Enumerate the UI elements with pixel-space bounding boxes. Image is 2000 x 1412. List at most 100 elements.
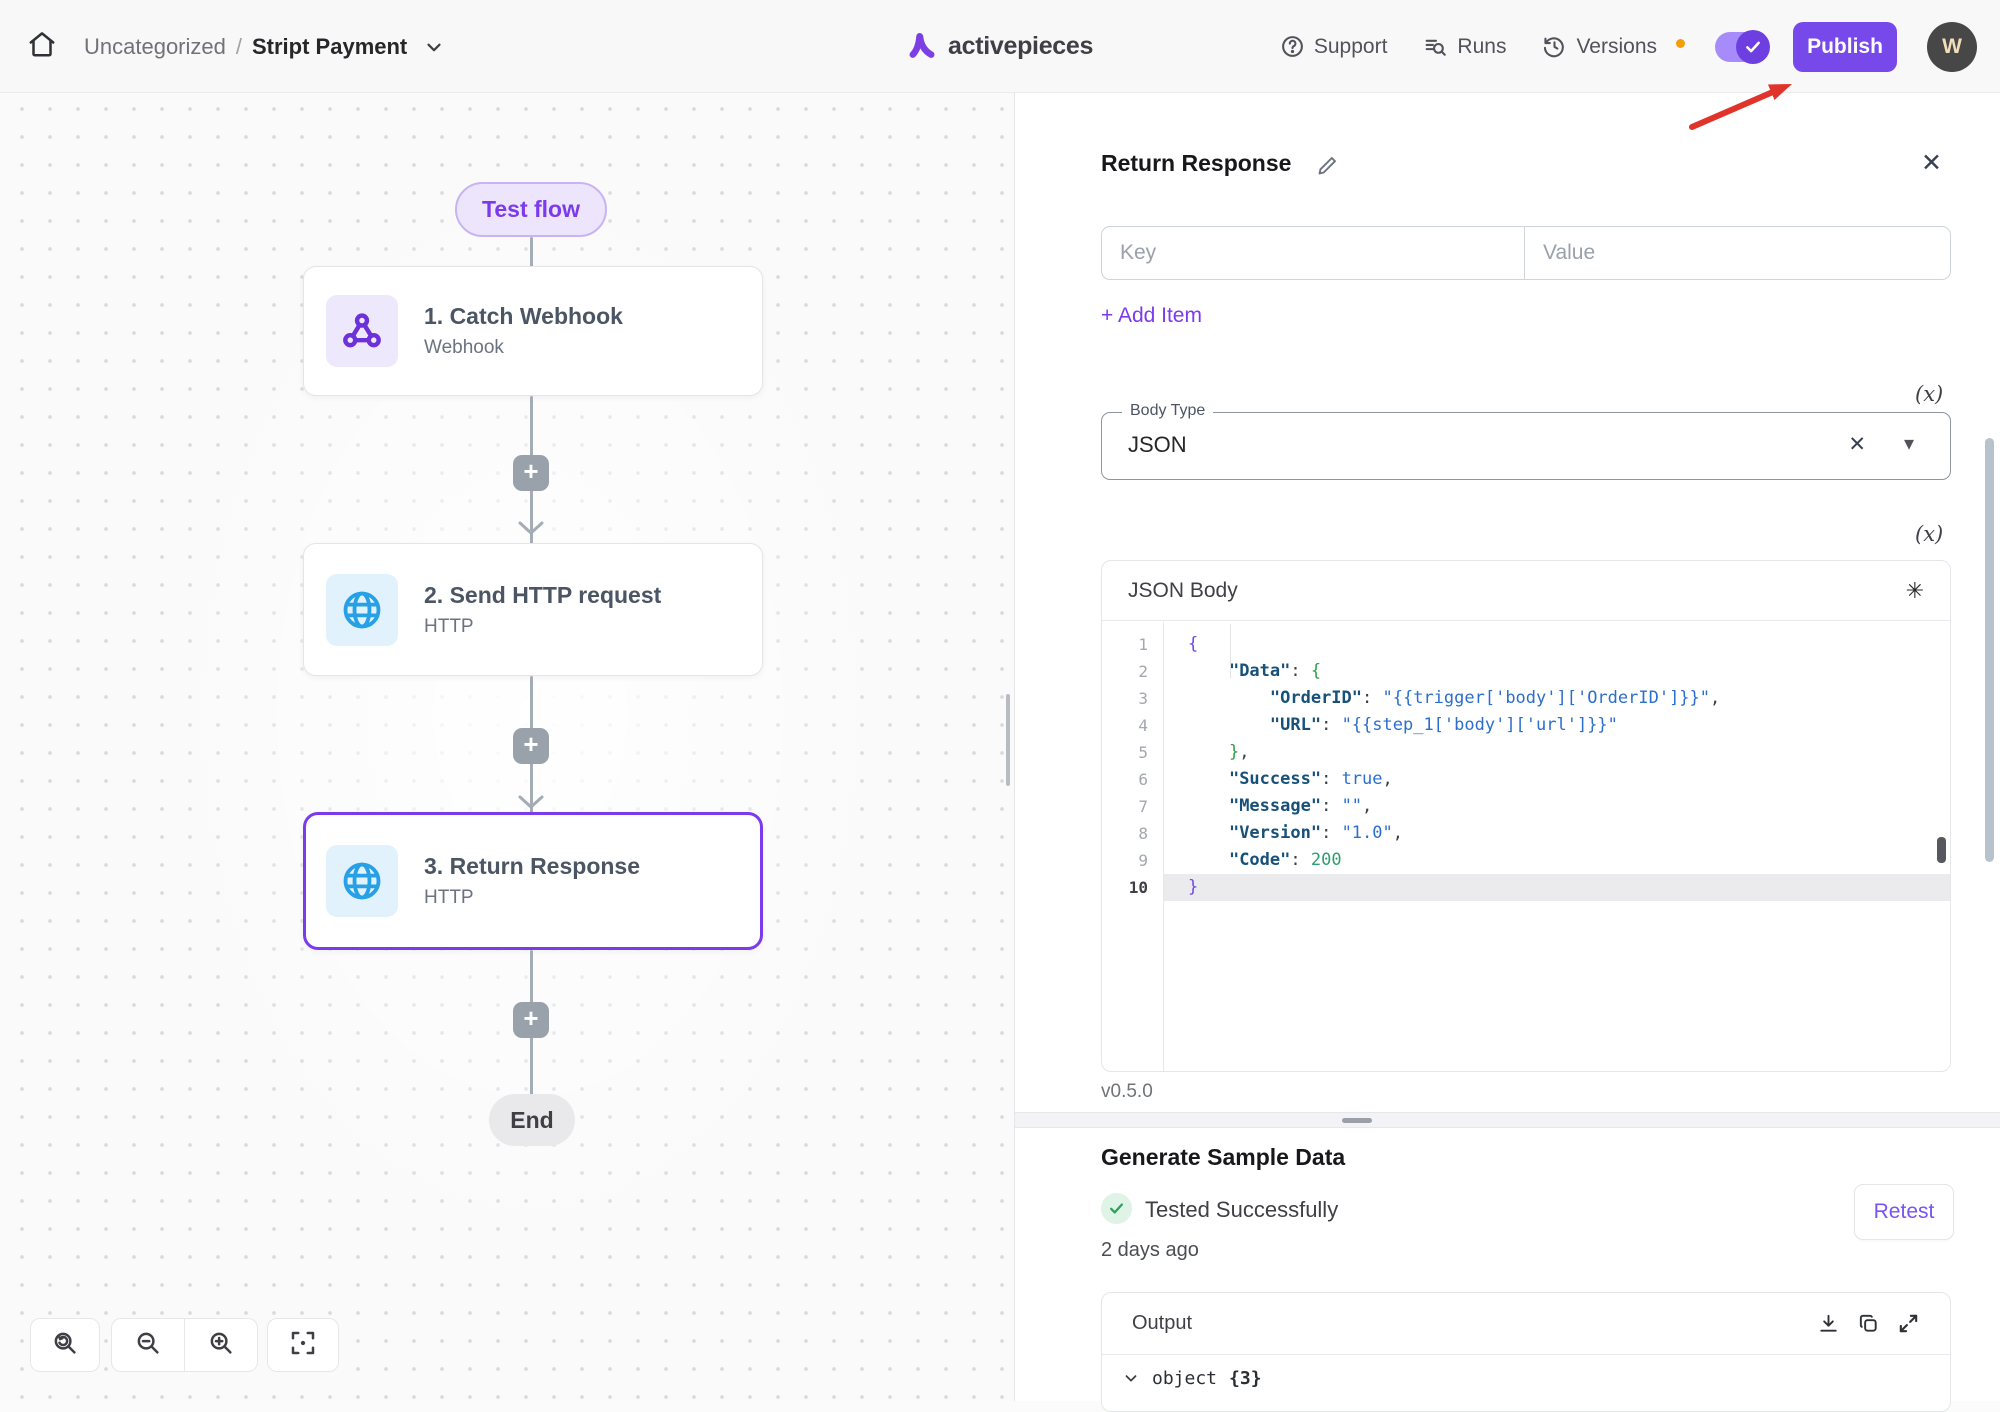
insert-variable-icon[interactable]: (x) bbox=[1915, 522, 1943, 546]
flow-arrowhead-icon bbox=[517, 519, 545, 537]
key-value-row bbox=[1101, 226, 1951, 280]
output-header: Output bbox=[1102, 1293, 1950, 1355]
rename-pencil-icon[interactable] bbox=[1315, 154, 1339, 183]
tree-chevron-down-icon[interactable] bbox=[1122, 1369, 1140, 1387]
app-header: Uncategorized / Stript Payment activepie… bbox=[0, 0, 2000, 93]
body-type-value: JSON bbox=[1128, 432, 1187, 458]
key-input[interactable] bbox=[1101, 226, 1525, 280]
test-timestamp: 2 days ago bbox=[1101, 1239, 1199, 1262]
body-type-select[interactable]: Body Type JSON ✕ ▾ bbox=[1101, 412, 1951, 480]
runs-button[interactable]: Runs bbox=[1423, 34, 1506, 59]
panel-title: Return Response bbox=[1101, 150, 1291, 177]
step-card-send-http[interactable]: 2. Send HTTP request HTTP bbox=[303, 543, 763, 676]
header-left: Uncategorized / Stript Payment bbox=[24, 0, 445, 93]
add-step-button[interactable]: + bbox=[513, 455, 549, 491]
runs-list-search-icon bbox=[1423, 34, 1448, 59]
webhook-icon bbox=[326, 295, 398, 367]
close-panel-icon[interactable]: ✕ bbox=[1921, 148, 1942, 178]
versions-button[interactable]: Versions bbox=[1542, 34, 1685, 59]
step-subtitle: HTTP bbox=[424, 616, 661, 638]
step-card-return-response-selected[interactable]: 3. Return Response HTTP bbox=[303, 812, 763, 950]
generate-sample-data-title: Generate Sample Data bbox=[1101, 1144, 1345, 1171]
flow-connector-line bbox=[530, 237, 533, 267]
code-line[interactable]: "URL": "{{step_1['body']['url']}}" bbox=[1164, 712, 1950, 739]
code-line[interactable]: "Data": { bbox=[1164, 658, 1950, 685]
json-body-header: JSON Body ✳ bbox=[1102, 561, 1950, 621]
logo-text: activepieces bbox=[948, 32, 1093, 61]
step-title: 3. Return Response bbox=[424, 853, 640, 880]
flow-end-node: End bbox=[489, 1094, 575, 1146]
zoom-in-button[interactable] bbox=[185, 1318, 258, 1372]
indent-guide bbox=[1230, 624, 1231, 678]
split-drag-handle[interactable] bbox=[1342, 1118, 1372, 1123]
activepieces-logo-icon bbox=[905, 27, 939, 66]
copy-icon[interactable] bbox=[1857, 1312, 1880, 1335]
code-line[interactable]: "Version": "1.0", bbox=[1164, 820, 1950, 847]
tree-node-count: {3} bbox=[1229, 1368, 1262, 1389]
step-subtitle: Webhook bbox=[424, 337, 623, 359]
download-icon[interactable] bbox=[1817, 1312, 1840, 1335]
output-card: Output object {3} bbox=[1101, 1292, 1951, 1412]
panel-resize-handle[interactable] bbox=[1006, 694, 1010, 786]
step-card-text: 3. Return Response HTTP bbox=[424, 853, 640, 909]
panel-scrollbar-thumb[interactable] bbox=[1985, 438, 1994, 862]
retest-button[interactable]: Retest bbox=[1854, 1184, 1954, 1240]
code-line[interactable]: }, bbox=[1164, 739, 1950, 766]
step-title: 1. Catch Webhook bbox=[424, 303, 623, 330]
flow-menu-chevron-down-icon[interactable] bbox=[423, 36, 445, 58]
json-body-editor: JSON Body ✳ 12345678910 { "Data": { "Ord… bbox=[1101, 560, 1951, 1072]
step-settings-panel: Return Response ✕ + Add Item (x) Body Ty… bbox=[1014, 93, 2000, 1401]
step-card-catch-webhook[interactable]: 1. Catch Webhook Webhook bbox=[303, 266, 763, 396]
code-line[interactable]: } bbox=[1164, 874, 1950, 901]
zoom-in-icon bbox=[206, 1328, 236, 1363]
code-line[interactable]: "OrderID": "{{trigger['body']['OrderID']… bbox=[1164, 685, 1950, 712]
zoom-out-button[interactable] bbox=[111, 1318, 185, 1372]
code-line[interactable]: "Message": "", bbox=[1164, 793, 1950, 820]
publish-button[interactable]: Publish bbox=[1793, 22, 1897, 72]
brand-logo: activepieces bbox=[905, 0, 1093, 93]
help-circle-icon bbox=[1280, 34, 1305, 59]
zoom-reset-icon bbox=[50, 1328, 80, 1363]
output-tree-row[interactable]: object {3} bbox=[1102, 1355, 1950, 1401]
globe-icon bbox=[326, 574, 398, 646]
flow-enabled-toggle[interactable] bbox=[1715, 32, 1765, 62]
support-label: Support bbox=[1314, 35, 1388, 59]
expand-icon[interactable] bbox=[1897, 1312, 1920, 1335]
code-line[interactable]: "Success": true, bbox=[1164, 766, 1950, 793]
panel-split-divider bbox=[1015, 1112, 2000, 1128]
ai-sparkle-icon[interactable]: ✳ bbox=[1906, 578, 1924, 604]
add-step-button[interactable]: + bbox=[513, 728, 549, 764]
step-subtitle: HTTP bbox=[424, 887, 640, 909]
flow-canvas[interactable]: Test flow 1. Catch Webhook Webhook + 2. … bbox=[0, 93, 1014, 1401]
code-line[interactable]: "Code": 200 bbox=[1164, 847, 1950, 874]
fit-to-view-icon bbox=[288, 1328, 318, 1363]
zoom-reset-button[interactable] bbox=[30, 1318, 100, 1372]
code-editor[interactable]: 12345678910 { "Data": { "OrderID": "{{tr… bbox=[1102, 622, 1950, 1071]
add-item-link[interactable]: + Add Item bbox=[1101, 304, 1202, 328]
user-avatar[interactable]: W bbox=[1927, 22, 1977, 72]
header-right: Support Runs Versions bbox=[1280, 0, 1977, 93]
dropdown-caret-icon[interactable]: ▾ bbox=[1904, 431, 1914, 456]
output-actions bbox=[1817, 1312, 1920, 1335]
code-lines: { "Data": { "OrderID": "{{trigger['body'… bbox=[1164, 622, 1950, 1071]
code-line[interactable]: { bbox=[1164, 631, 1950, 658]
editor-scrollbar-thumb[interactable] bbox=[1937, 837, 1946, 863]
versions-badge-dot bbox=[1676, 39, 1685, 48]
success-check-icon bbox=[1101, 1193, 1132, 1224]
test-flow-button[interactable]: Test flow bbox=[455, 182, 607, 237]
versions-label: Versions bbox=[1576, 35, 1657, 59]
step-title: 2. Send HTTP request bbox=[424, 582, 661, 609]
value-input[interactable] bbox=[1525, 226, 1951, 280]
runs-label: Runs bbox=[1457, 35, 1506, 59]
flow-arrowhead-icon bbox=[517, 793, 545, 811]
fit-to-view-button[interactable] bbox=[267, 1318, 339, 1372]
breadcrumb-folder[interactable]: Uncategorized bbox=[84, 34, 226, 60]
body-type-label: Body Type bbox=[1122, 402, 1213, 420]
home-button[interactable] bbox=[24, 29, 60, 65]
breadcrumb-flow-name[interactable]: Stript Payment bbox=[252, 34, 407, 60]
step-card-text: 2. Send HTTP request HTTP bbox=[424, 582, 661, 638]
add-step-button[interactable]: + bbox=[513, 1002, 549, 1038]
clear-selection-icon[interactable]: ✕ bbox=[1848, 432, 1866, 457]
insert-variable-icon[interactable]: (x) bbox=[1915, 382, 1943, 406]
support-button[interactable]: Support bbox=[1280, 34, 1388, 59]
